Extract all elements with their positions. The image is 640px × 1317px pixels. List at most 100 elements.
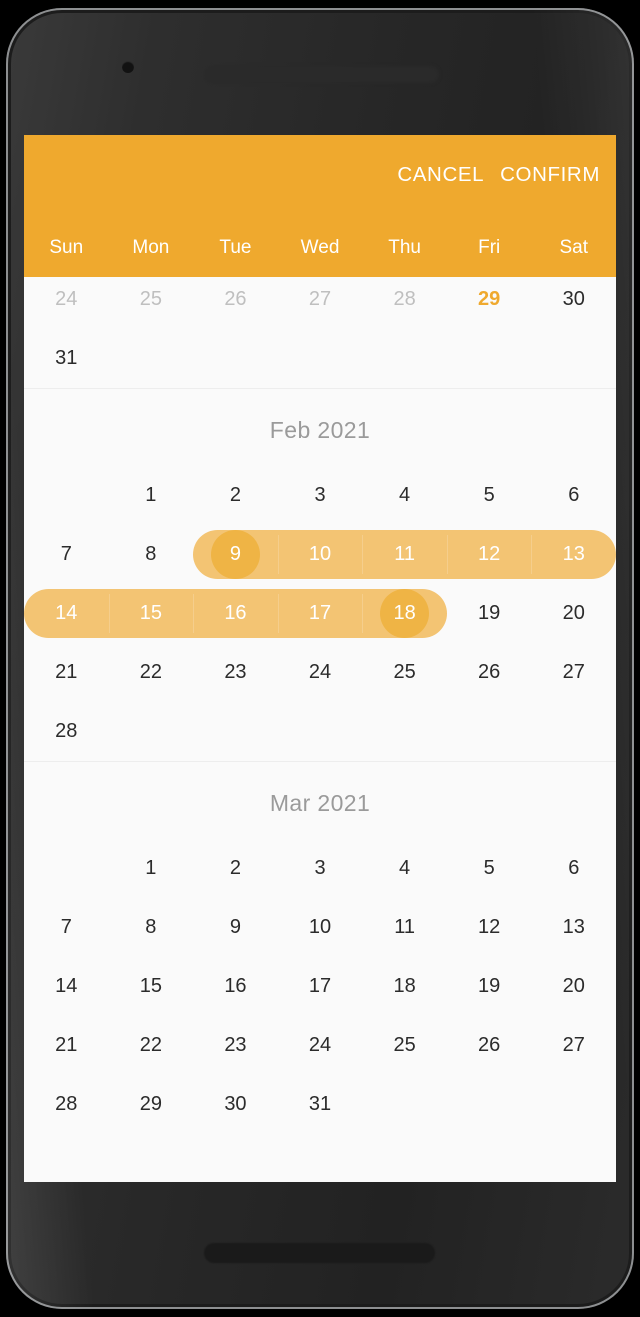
day-cell[interactable]: 28: [362, 270, 447, 329]
week-row: 7 8 9 10 11 12 13: [24, 898, 616, 957]
day-cell[interactable]: 26: [447, 643, 532, 702]
day-cell[interactable]: 16: [193, 957, 278, 1016]
day-cell-empty: [24, 839, 109, 898]
day-cell[interactable]: 31: [278, 1075, 363, 1134]
day-cell-empty: [531, 329, 616, 388]
day-cell[interactable]: 18: [362, 584, 447, 643]
day-cell[interactable]: 1: [109, 839, 194, 898]
weekday-header-row: Sun Mon Tue Wed Thu Fri Sat: [24, 237, 616, 259]
day-cell[interactable]: 17: [278, 957, 363, 1016]
week-row: 14 15 16 17 18 19 20: [24, 584, 616, 643]
day-cell[interactable]: 27: [531, 1016, 616, 1075]
day-cell[interactable]: 27: [278, 270, 363, 329]
day-cell[interactable]: 28: [24, 1075, 109, 1134]
day-cell[interactable]: 18: [362, 957, 447, 1016]
week-row: 123456: [24, 466, 616, 525]
day-cell[interactable]: 5: [447, 466, 532, 525]
day-cell[interactable]: 3: [278, 466, 363, 525]
cancel-button[interactable]: CANCEL: [397, 164, 484, 186]
day-cell[interactable]: 19: [447, 957, 532, 1016]
day-cell[interactable]: 6: [531, 839, 616, 898]
week-row: 7 8 9 10 11 12 13: [24, 525, 616, 584]
day-cell[interactable]: 31: [24, 329, 109, 388]
day-cell[interactable]: 3: [278, 839, 363, 898]
day-cell[interactable]: 24: [278, 643, 363, 702]
day-cell[interactable]: 12: [447, 898, 532, 957]
day-cell-empty: [447, 329, 532, 388]
earpiece-speaker-icon: [204, 66, 439, 83]
day-cell[interactable]: 14: [24, 584, 109, 643]
day-cell[interactable]: 30: [193, 1075, 278, 1134]
day-cell[interactable]: 13: [531, 525, 616, 584]
day-cell[interactable]: 9: [193, 525, 278, 584]
week-row: 123456: [24, 839, 616, 898]
day-cell[interactable]: 4: [362, 839, 447, 898]
week-row: 21 22 23 24 25 26 27: [24, 1016, 616, 1075]
month-title: Feb 2021: [269, 417, 371, 443]
day-cell[interactable]: 11: [362, 525, 447, 584]
day-cell[interactable]: 27: [531, 643, 616, 702]
day-cell[interactable]: 13: [531, 898, 616, 957]
day-cell[interactable]: 24: [278, 1016, 363, 1075]
day-cell[interactable]: 26: [447, 1016, 532, 1075]
day-cell[interactable]: 16: [193, 584, 278, 643]
day-cell[interactable]: 20: [531, 957, 616, 1016]
day-cell[interactable]: 28: [24, 702, 109, 761]
day-cell[interactable]: 12: [447, 525, 532, 584]
day-cell[interactable]: 15: [109, 957, 194, 1016]
day-cell[interactable]: 7: [24, 525, 109, 584]
day-cell[interactable]: 29: [109, 1075, 194, 1134]
day-cell[interactable]: 11: [362, 898, 447, 957]
day-cell[interactable]: 26: [193, 270, 278, 329]
day-cell[interactable]: 22: [109, 1016, 194, 1075]
day-cell[interactable]: 10: [278, 525, 363, 584]
day-cell[interactable]: 30: [531, 270, 616, 329]
day-cell-empty: [109, 329, 194, 388]
day-cell[interactable]: 25: [109, 270, 194, 329]
weekday-label-sat: Sat: [559, 237, 589, 258]
weekday-label-tue: Tue: [219, 237, 252, 258]
day-cell[interactable]: 6: [531, 466, 616, 525]
day-cell[interactable]: 10: [278, 898, 363, 957]
day-cell[interactable]: 7: [24, 898, 109, 957]
day-cell[interactable]: 25: [362, 1016, 447, 1075]
day-cell[interactable]: 20: [531, 584, 616, 643]
day-cell-empty: [24, 466, 109, 525]
day-cell[interactable]: 14: [24, 957, 109, 1016]
week-row: 31: [24, 329, 616, 388]
week-row: 21 22 23 24 25 26 27: [24, 643, 616, 702]
day-cell[interactable]: 8: [109, 898, 194, 957]
day-cell[interactable]: 21: [24, 643, 109, 702]
day-cell[interactable]: 9: [193, 898, 278, 957]
calendar-scroll-area[interactable]: 24 25 26 27 28 29 30 31 Feb 2021 1 2 3 4 5 6 7 8 9 10 11 12 1…: [24, 270, 616, 1182]
day-cell-empty: [193, 702, 278, 761]
day-cell[interactable]: 15: [109, 584, 194, 643]
day-cell[interactable]: 25: [362, 643, 447, 702]
day-cell[interactable]: 5: [447, 839, 532, 898]
weekday-label-mon: Mon: [132, 237, 170, 258]
week-row: 28 29 30 31: [24, 1075, 616, 1134]
month-block: Mar 2021 1 2 3 4 5 6 7 8 9 10 11 12 13 14 15 16 17 18 19 20 2…: [24, 761, 616, 1134]
day-cell[interactable]: 2: [193, 839, 278, 898]
day-cell[interactable]: 19: [447, 584, 532, 643]
day-cell[interactable]: 24: [24, 270, 109, 329]
phone-screen: 24 25 26 27 28 29 30 31 Feb 2021 1 2 3 4 5 6 7 8 9 10 11 12 1…: [24, 135, 616, 1182]
day-cell[interactable]: 4: [362, 466, 447, 525]
day-cell-empty: [278, 702, 363, 761]
day-cell[interactable]: 1: [109, 466, 194, 525]
day-cell-empty: [362, 1075, 447, 1134]
date-range-picker-header: CANCEL CONFIRM Sun Mon Tue Wed Thu Fri Sat: [24, 135, 616, 277]
day-cell[interactable]: 8: [109, 525, 194, 584]
day-cell-empty: [531, 1075, 616, 1134]
day-cell-empty: [278, 329, 363, 388]
day-cell[interactable]: 17: [278, 584, 363, 643]
day-cell-empty: [362, 702, 447, 761]
day-cell[interactable]: 23: [193, 643, 278, 702]
day-cell[interactable]: 21: [24, 1016, 109, 1075]
day-cell[interactable]: 2: [193, 466, 278, 525]
day-cell[interactable]: 22: [109, 643, 194, 702]
confirm-button[interactable]: CONFIRM: [500, 164, 600, 186]
day-cell-empty: [447, 1075, 532, 1134]
day-cell[interactable]: 29: [447, 270, 532, 329]
day-cell[interactable]: 23: [193, 1016, 278, 1075]
